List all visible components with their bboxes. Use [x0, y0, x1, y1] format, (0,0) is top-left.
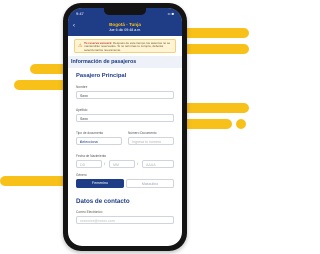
route-title: Bogotá - Tunja	[109, 22, 141, 27]
birth-year-field[interactable]: AAAA	[142, 160, 174, 168]
decor-stripe	[14, 80, 70, 90]
date-separator: /	[104, 161, 106, 166]
first-name-value: Sxxx	[80, 94, 88, 98]
section-title: Información de pasajeros	[71, 59, 137, 65]
header-bar: ‹ Bogotá - Tunja Jue 6 dic 09:48 a.m.	[68, 20, 182, 36]
doc-type-label: Tipo de documento	[76, 131, 104, 135]
first-name-field[interactable]: Sxxx	[76, 91, 174, 99]
status-time: 9:47	[76, 11, 84, 16]
passenger-title: Pasajero Principal	[76, 73, 127, 79]
signal-battery-icon: •• ■	[167, 11, 174, 16]
first-name-label: Nombre	[76, 85, 88, 89]
email-label: Correo Electrónico	[76, 210, 103, 214]
birth-year-placeholder: AAAA	[146, 163, 156, 167]
doc-number-placeholder: Ingresa tu número	[132, 140, 162, 144]
decor-stripe	[0, 176, 70, 186]
gender-male-button[interactable]: Masculino	[126, 179, 174, 188]
last-name-label: Apellido	[76, 108, 88, 112]
date-separator: /	[137, 161, 139, 166]
last-name-value: Sxxx	[80, 117, 88, 121]
notice-text: Tu reserva vencerá: Después de este tiem…	[84, 41, 173, 52]
phone-frame: 9:47 •• ■ ‹ Bogotá - Tunja Jue 6 dic 09:…	[63, 3, 187, 251]
birth-day-placeholder: DD	[80, 163, 86, 167]
chevron-down-icon: ▾	[80, 140, 82, 144]
decor-stripe	[180, 119, 232, 129]
email-field[interactable]: xxxxxxxx@xxxxx.com	[76, 216, 174, 224]
warning-icon: ⚠	[78, 43, 83, 49]
decor-stripe	[183, 44, 249, 54]
doc-number-field[interactable]: Ingresa tu número	[128, 137, 174, 145]
doc-number-label: Número Documento	[128, 131, 157, 135]
trip-date: Jue 6 dic 09:48 a.m.	[108, 28, 142, 32]
email-value: xxxxxxxx@xxxxx.com	[80, 219, 115, 223]
last-name-field[interactable]: Sxxx	[76, 114, 174, 122]
decor-dot	[236, 119, 246, 129]
birth-date-label: Fecha de Nacimiento	[76, 154, 107, 158]
birth-month-field[interactable]: MM	[109, 160, 135, 168]
phone-notch	[104, 8, 146, 15]
section-header: Información de pasajeros	[68, 56, 182, 68]
gender-label: Género	[76, 173, 87, 177]
reservation-notice: ⚠ Tu reserva vencerá: Después de este ti…	[74, 39, 176, 53]
gender-female-button[interactable]: Femenino	[76, 179, 124, 188]
birth-day-field[interactable]: DD	[76, 160, 102, 168]
decor-stripe	[178, 28, 249, 38]
doc-type-select[interactable]: Selecciona ▾	[76, 137, 122, 145]
birth-month-placeholder: MM	[113, 163, 119, 167]
app-screen: 9:47 •• ■ ‹ Bogotá - Tunja Jue 6 dic 09:…	[68, 8, 182, 246]
contact-title: Datos de contacto	[76, 198, 130, 205]
